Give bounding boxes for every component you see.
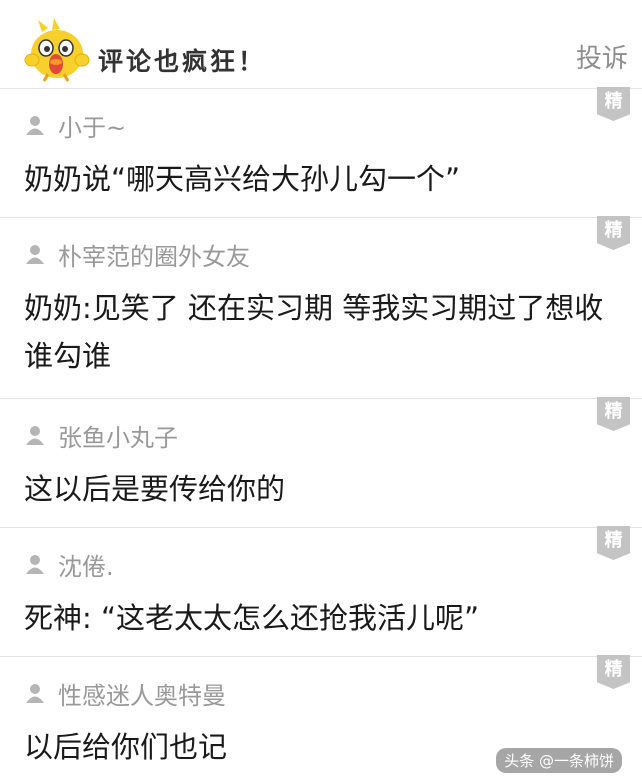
comment-user[interactable]: 小于~ — [24, 109, 127, 142]
featured-badge: 精 — [597, 216, 630, 250]
comment-user[interactable]: 沈倦. — [24, 548, 114, 581]
comment-item: 精 朴宰范的圈外女友 奶奶:见笑了 还在实习期 等我实习期过了想收谁勾谁 — [0, 216, 642, 399]
featured-badge: 精 — [597, 397, 630, 431]
comments-page: 评论也疯狂！ 投诉 精 小于~ 奶奶说“哪天高兴给大孙儿勾一个” 精 朴宰范的圈… — [0, 0, 642, 781]
comment-user[interactable]: 朴宰范的圈外女友 — [24, 238, 250, 271]
featured-badge: 精 — [597, 655, 630, 689]
username: 小于~ — [58, 113, 127, 142]
source-watermark: 头条 @一条柿饼 — [496, 748, 622, 773]
comments-header: 评论也疯狂！ 投诉 — [0, 0, 642, 89]
comment-item: 精 张鱼小丸子 这以后是要传给你的 — [0, 397, 642, 528]
report-button[interactable]: 投诉 — [576, 38, 628, 75]
comment-text: 奶奶:见笑了 还在实习期 等我实习期过了想收谁勾谁 — [24, 291, 604, 373]
comment-text: 死神: “这老太太怎么还抢我活儿呢” — [24, 601, 480, 635]
featured-badge: 精 — [597, 526, 630, 560]
featured-badge: 精 — [597, 87, 630, 121]
user-icon — [26, 684, 44, 703]
username: 沈倦. — [58, 552, 114, 581]
comment-user[interactable]: 性感迷人奥特曼 — [24, 677, 226, 710]
user-icon — [26, 426, 44, 445]
comment-text: 奶奶说“哪天高兴给大孙儿勾一个” — [24, 162, 461, 196]
user-icon — [26, 555, 44, 574]
username: 朴宰范的圈外女友 — [58, 242, 250, 271]
user-icon — [26, 245, 44, 264]
comment-item: 精 小于~ 奶奶说“哪天高兴给大孙儿勾一个” — [0, 87, 642, 218]
user-icon — [26, 116, 44, 135]
username: 张鱼小丸子 — [58, 423, 178, 452]
comment-text: 这以后是要传给你的 — [24, 472, 286, 506]
page-title: 评论也疯狂！ — [98, 47, 267, 76]
comment-item: 精 沈倦. 死神: “这老太太怎么还抢我活儿呢” — [0, 526, 642, 657]
username: 性感迷人奥特曼 — [58, 681, 226, 710]
mascot-icon — [24, 18, 90, 82]
comment-user[interactable]: 张鱼小丸子 — [24, 419, 178, 452]
